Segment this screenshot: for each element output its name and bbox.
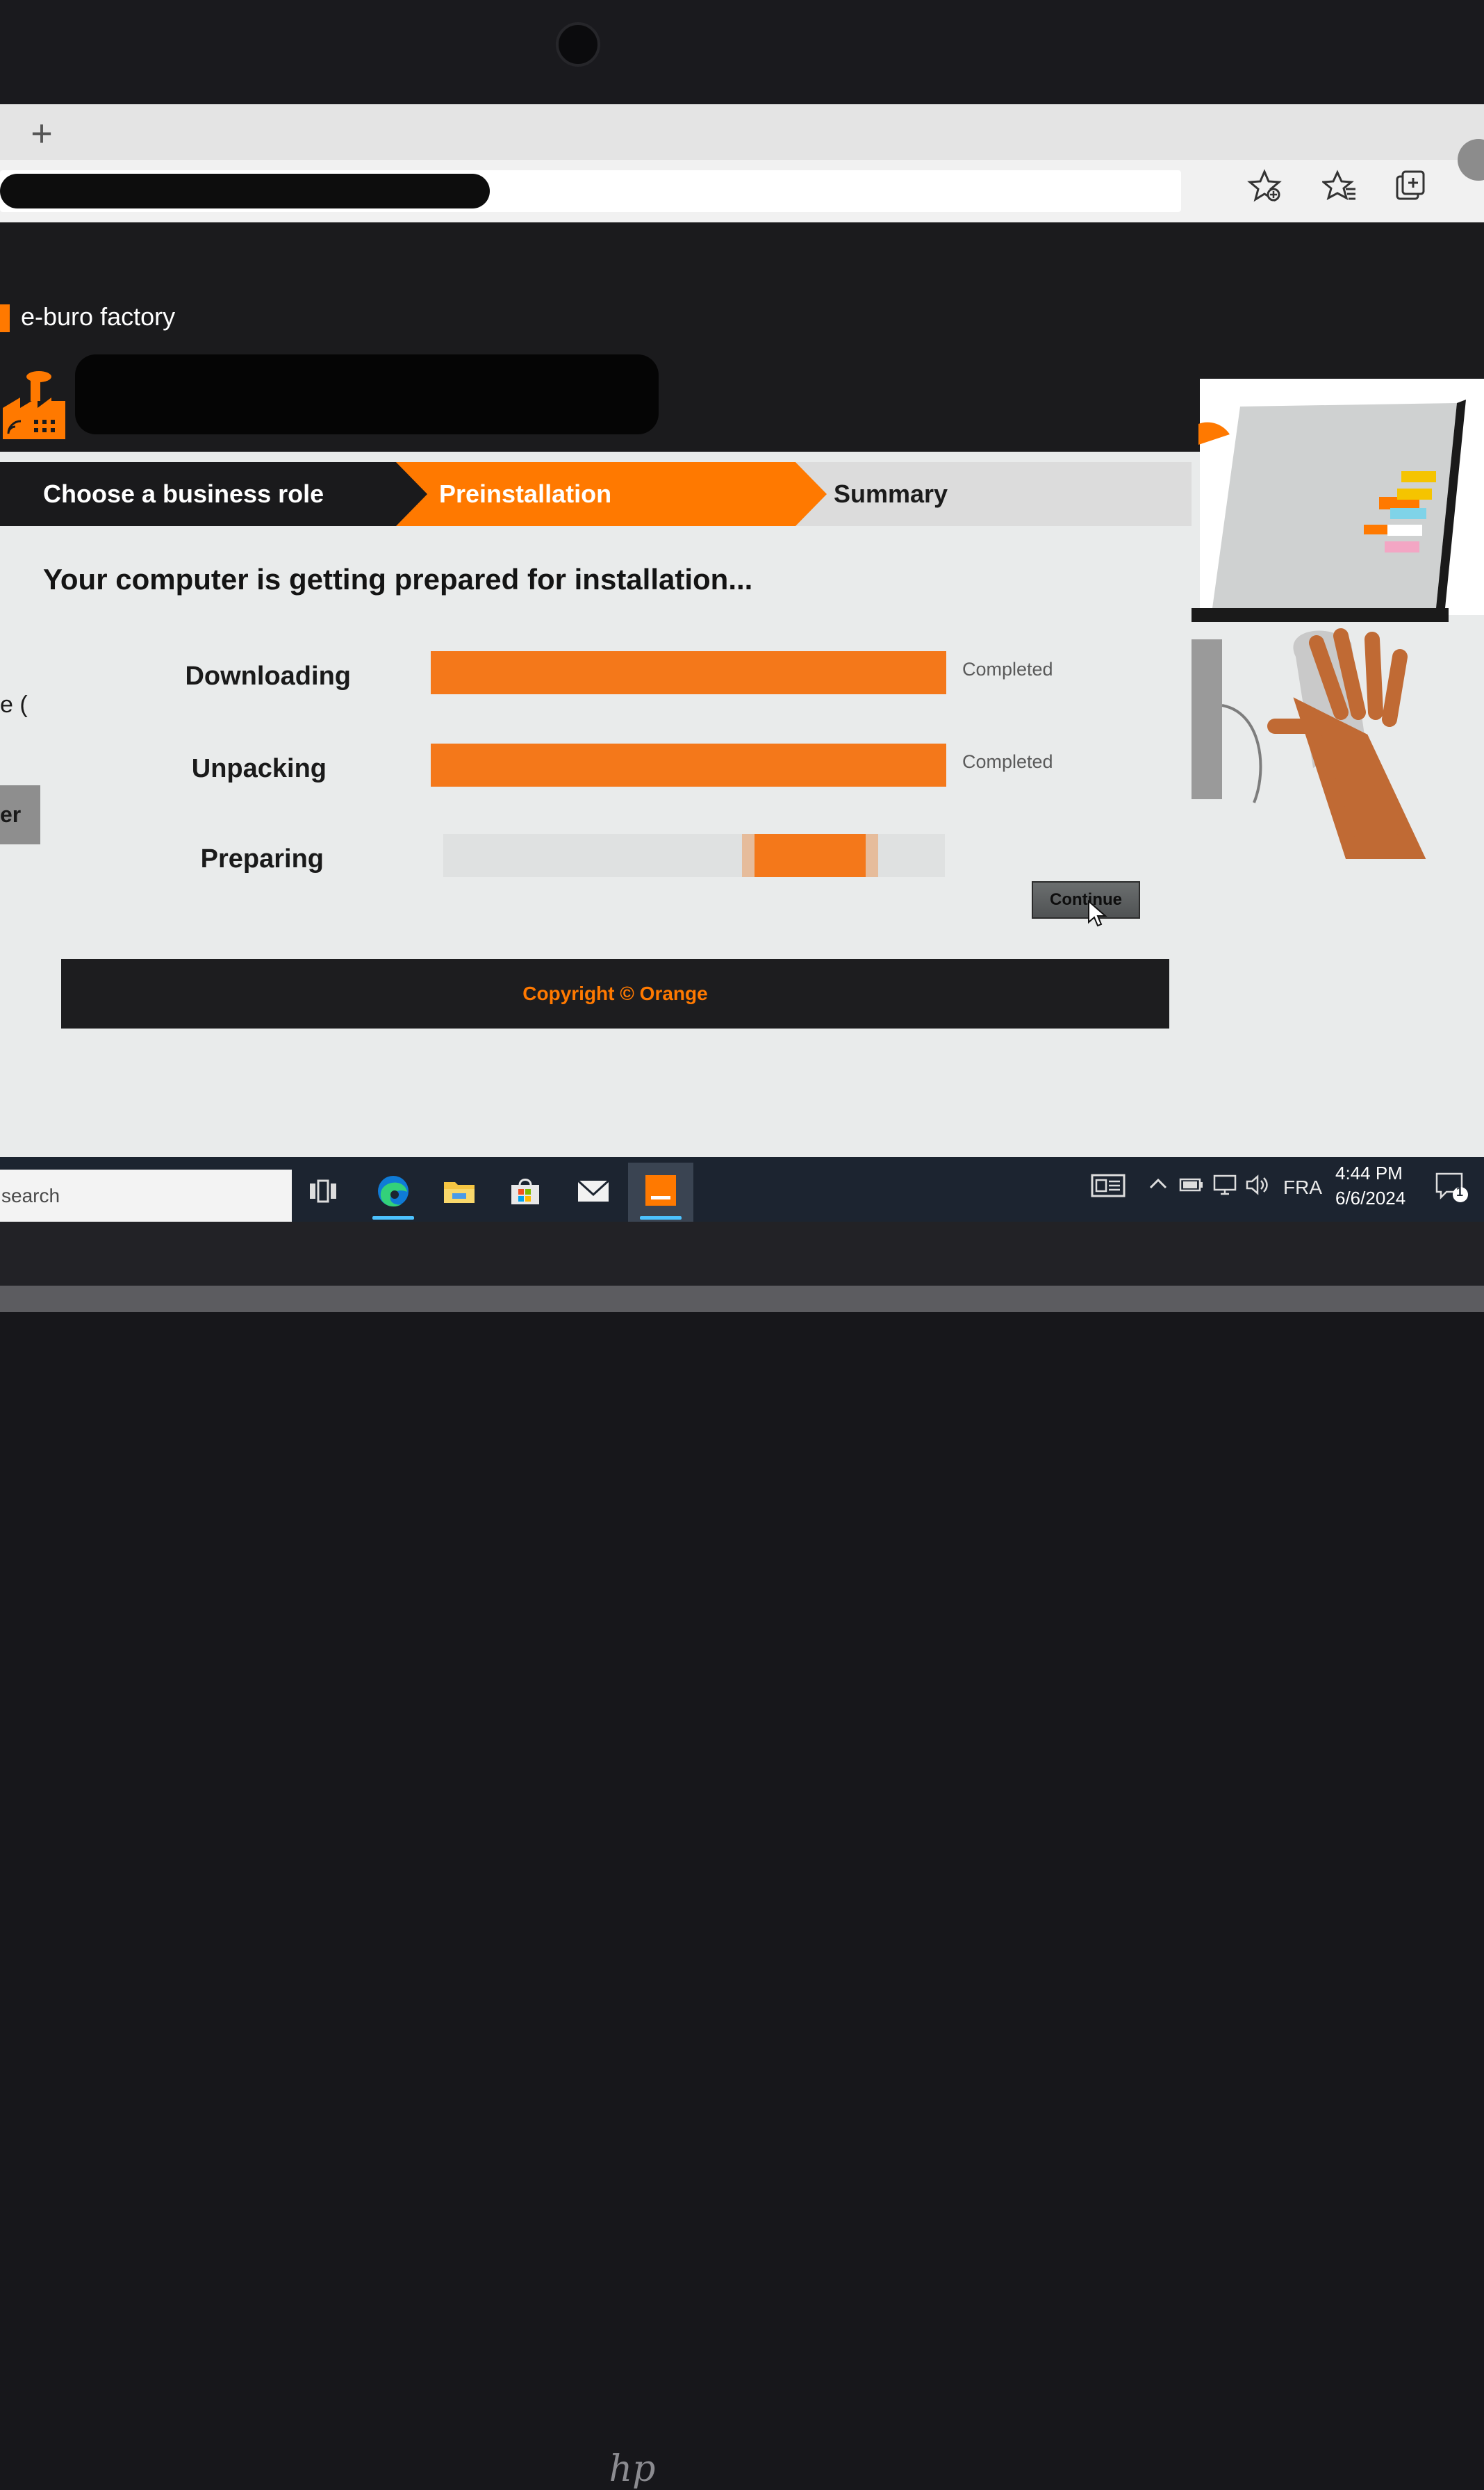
indeterminate-progress-indicator (755, 834, 866, 877)
news-widget-icon[interactable] (1091, 1174, 1126, 1202)
partial-button[interactable]: er (0, 785, 40, 844)
task-label-preparing: Preparing (200, 844, 324, 874)
task-label-unpacking: Unpacking (191, 754, 327, 783)
hp-logo: hp (609, 2448, 656, 2490)
mail-icon (577, 1179, 610, 1202)
status-downloading: Completed (962, 659, 1053, 680)
laptop-body-edge (0, 1286, 1484, 1312)
windows-taskbar: search FRA 4:44 PM 6/6/2024 1 (0, 1157, 1484, 1222)
progress-bar-preparing (443, 834, 945, 877)
favorites-icon[interactable] (1315, 168, 1364, 217)
app-page: e-buro factory Choose a business role Pr… (0, 222, 1484, 1157)
factory-logo-icon (3, 371, 65, 439)
store-icon (511, 1179, 539, 1204)
step-preinstallation[interactable]: Preinstallation (396, 462, 827, 526)
edge-button[interactable] (361, 1167, 425, 1220)
step-summary[interactable]: Summary (806, 462, 1192, 526)
step-label: Preinstallation (439, 480, 612, 508)
progress-bar-downloading (431, 651, 946, 694)
partial-text: e ( (0, 691, 28, 718)
redacted-url (0, 174, 490, 208)
network-icon[interactable] (1212, 1174, 1237, 1201)
active-app-indicator (640, 1216, 682, 1220)
orange-app-icon (645, 1175, 676, 1206)
active-app-indicator (372, 1216, 414, 1220)
brand-name: e-buro factory (21, 302, 176, 331)
setup-illustration (1192, 379, 1484, 859)
progress-bar-unpacking (431, 744, 946, 787)
step-choose-business-role[interactable]: Choose a business role (0, 462, 431, 526)
show-hidden-icons-chevron-icon[interactable] (1148, 1174, 1169, 1199)
edge-icon (378, 1176, 409, 1207)
clock-date[interactable]: 6/6/2024 (1335, 1188, 1405, 1209)
input-language[interactable]: FRA (1283, 1177, 1322, 1199)
tab-strip: + (0, 104, 1484, 160)
file-explorer-button[interactable] (427, 1167, 491, 1215)
mail-button[interactable] (561, 1167, 625, 1215)
page-heading: Your computer is getting prepared for in… (43, 563, 753, 596)
mouse-cursor-icon (1088, 900, 1107, 927)
task-view-button[interactable] (292, 1167, 356, 1215)
add-favorite-icon[interactable] (1240, 168, 1289, 217)
step-label: Summary (834, 480, 948, 508)
orange-app-button[interactable] (629, 1167, 693, 1220)
collections-icon[interactable] (1386, 168, 1435, 217)
volume-icon[interactable] (1245, 1174, 1270, 1201)
battery-icon[interactable] (1179, 1174, 1204, 1199)
taskbar-search-input[interactable]: search (0, 1170, 292, 1222)
redacted-title (75, 354, 659, 434)
step-label: Choose a business role (43, 480, 324, 508)
file-explorer-icon (444, 1182, 475, 1203)
laptop-bezel-top (0, 0, 1484, 104)
continue-button[interactable]: Continue (1032, 881, 1140, 919)
store-button[interactable] (493, 1167, 557, 1215)
page-footer: Copyright © Orange (61, 959, 1169, 1029)
progress-fill (431, 651, 946, 694)
task-view-icon (310, 1179, 336, 1203)
progress-fill (431, 744, 946, 787)
notification-count-badge: 1 (1456, 1185, 1464, 1199)
orange-brand-badge (0, 304, 10, 332)
new-tab-button[interactable]: + (21, 114, 63, 156)
webcam (556, 22, 600, 67)
task-label-downloading: Downloading (185, 662, 351, 691)
status-unpacking: Completed (962, 751, 1053, 772)
wizard-steps: Choose a business role Preinstallation S… (0, 462, 1192, 526)
notification-center-icon[interactable]: 1 (1434, 1171, 1470, 1209)
browser-window: + (0, 104, 1484, 222)
copyright-text: Copyright © Orange (522, 983, 708, 1004)
clock-time[interactable]: 4:44 PM (1335, 1163, 1403, 1184)
